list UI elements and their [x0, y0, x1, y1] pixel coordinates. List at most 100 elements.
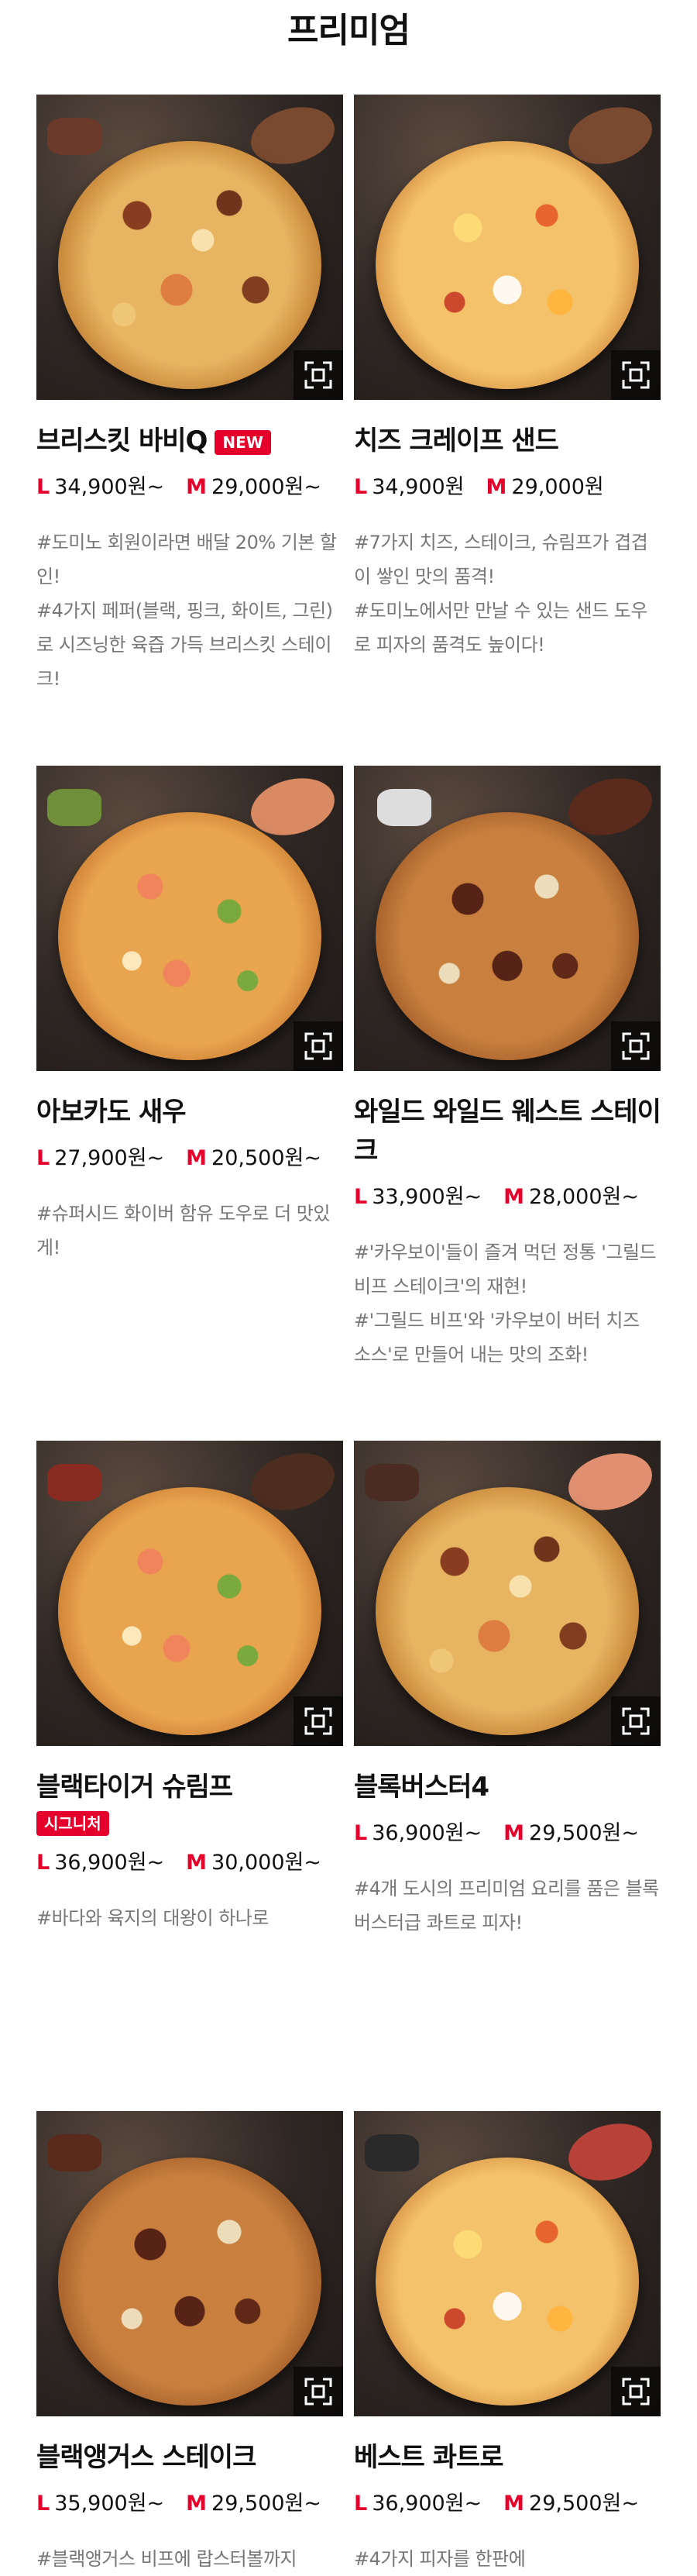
price-medium: 29,500원~	[529, 2492, 639, 2516]
product-name-text[interactable]: 블랙앵거스 스테이크	[36, 2442, 256, 2473]
price-large: 36,900원~	[372, 2492, 482, 2516]
product-card[interactable]: 아보카도 새우 L 27,900원~ M 20,500원~ #슈퍼시드 화이버 함유 …	[36, 766, 343, 1265]
pizza-image	[376, 141, 639, 389]
price-large: 33,900원~	[372, 1185, 482, 1209]
product-name[interactable]: 브리스킷 바비Q NEW	[36, 422, 343, 460]
product-card[interactable]: 블록버스터4 L 36,900원~ M 29,500원~ #4개 도시의 프리미엄 요…	[354, 1441, 661, 1940]
price-medium: 29,500원~	[211, 2492, 321, 2516]
price-medium: 29,000원	[511, 475, 604, 499]
zoom-expand-icon	[304, 361, 332, 389]
product-card[interactable]: 베스트 콰트로 L 36,900원~ M 29,500원~ #4가지 피자를 한판에	[354, 2111, 661, 2576]
size-m-label: M	[186, 1146, 208, 1170]
zoom-expand-icon	[304, 1032, 332, 1060]
product-image[interactable]	[354, 95, 661, 400]
pizza-image	[58, 2158, 321, 2406]
pizza-image	[376, 812, 639, 1060]
size-m-label: M	[486, 475, 507, 499]
product-card[interactable]: 와일드 와일드 웨스트 스테이크 L 33,900원~ M 28,000원~ #'카우…	[354, 766, 661, 1372]
new-badge: NEW	[215, 429, 271, 455]
description-line: #4가지 페퍼(블랙, 핑크, 화이트, 그린)로 시즈닝한 육즙 가득 브리스…	[36, 600, 333, 690]
side-dish-image	[377, 789, 431, 826]
zoom-button[interactable]	[294, 2367, 343, 2416]
zoom-expand-icon	[622, 2378, 650, 2406]
description-line: #7가지 치즈, 스테이크, 슈림프가 겹겹이 쌓인 맛의 품격!	[354, 532, 648, 587]
description-line: #도미노에서만 만날 수 있는 샌드 도우로 피자의 품격도 높이다!	[354, 600, 647, 656]
size-l-label: L	[354, 475, 368, 499]
product-name-text[interactable]: 치즈 크레이프 샌드	[354, 425, 559, 456]
product-image[interactable]	[36, 95, 343, 400]
size-m-label: M	[186, 2492, 208, 2516]
product-name[interactable]: 와일드 와일드 웨스트 스테이크	[354, 1093, 661, 1170]
product-name[interactable]: 블록버스터4	[354, 1768, 661, 1806]
product-prices: L 36,900원~ M 29,500원~	[354, 2489, 661, 2519]
product-name[interactable]: 블랙앵거스 스테이크	[36, 2438, 343, 2477]
size-l-label: L	[36, 475, 50, 499]
product-name-text[interactable]: 블랙타이거 슈림프	[36, 1772, 233, 1803]
size-l-label: L	[36, 2492, 50, 2516]
product-image[interactable]	[354, 766, 661, 1071]
price-medium: 20,500원~	[211, 1146, 321, 1170]
product-card[interactable]: 블랙타이거 슈림프 시그니처 L 36,900원~ M 30,000원~ #바다와 육…	[36, 1441, 343, 1935]
zoom-expand-icon	[304, 1707, 332, 1735]
zoom-button[interactable]	[611, 1696, 661, 1746]
price-medium: 30,000원~	[211, 1851, 321, 1875]
product-card[interactable]: 브리스킷 바비Q NEW L 34,900원~ M 29,000원~ #도미노 회원이라…	[36, 95, 343, 696]
description-line: #4가지 피자를 한판에	[354, 2548, 526, 2570]
price-large: 35,900원~	[54, 2492, 165, 2516]
zoom-expand-icon	[304, 2378, 332, 2406]
size-m-label: M	[503, 2492, 525, 2516]
product-name-text[interactable]: 베스트 콰트로	[354, 2442, 504, 2473]
product-name[interactable]: 베스트 콰트로	[354, 2438, 661, 2477]
description-line: #'카우보이'들이 즐겨 먹던 정통 '그릴드 비프 스테이크'의 재현!	[354, 1242, 657, 1297]
zoom-button[interactable]	[294, 1696, 343, 1746]
zoom-expand-icon	[622, 1707, 650, 1735]
product-name[interactable]: 치즈 크레이프 샌드	[354, 422, 661, 460]
price-medium: 28,000원~	[529, 1185, 639, 1209]
product-prices: L 36,900원~ M 30,000원~	[36, 1848, 343, 1878]
product-image[interactable]	[36, 766, 343, 1071]
zoom-button[interactable]	[294, 1021, 343, 1071]
product-description: #'카우보이'들이 즐겨 먹던 정통 '그릴드 비프 스테이크'의 재현! #'…	[354, 1235, 661, 1372]
zoom-button[interactable]	[611, 1021, 661, 1071]
product-image[interactable]	[354, 1441, 661, 1746]
description-line: #4개 도시의 프리미엄 요리를 품은 블록버스터급 콰트로 피자!	[354, 1878, 659, 1934]
product-grid: 브리스킷 바비Q NEW L 34,900원~ M 29,000원~ #도미노 회원이라…	[0, 0, 697, 2570]
product-prices: L 34,900원~ M 29,000원~	[36, 473, 343, 502]
price-large: 36,900원~	[372, 1821, 482, 1845]
product-name-text[interactable]: 와일드 와일드 웨스트 스테이크	[354, 1097, 661, 1166]
product-card[interactable]: 블랙앵거스 스테이크 L 35,900원~ M 29,500원~ #블랙앵거스 비프에…	[36, 2111, 343, 2576]
signature-badge: 시그니처	[36, 1811, 109, 1836]
product-prices: L 33,900원~ M 28,000원~	[354, 1183, 661, 1212]
product-image[interactable]	[354, 2111, 661, 2416]
zoom-button[interactable]	[611, 350, 661, 400]
product-name-text[interactable]: 블록버스터4	[354, 1772, 489, 1803]
size-m-label: M	[186, 1851, 208, 1875]
product-image[interactable]	[36, 2111, 343, 2416]
description-line: #블랙앵거스 비프에 랍스터볼까지	[36, 2548, 297, 2570]
size-m-label: M	[503, 1185, 525, 1209]
product-description: #바다와 육지의 대왕이 하나로	[36, 1901, 343, 1935]
product-name[interactable]: 아보카도 새우	[36, 1093, 343, 1131]
size-m-label: M	[503, 1821, 525, 1845]
product-name-text[interactable]: 브리스킷 바비Q	[36, 425, 208, 456]
side-dish-image	[47, 1464, 101, 1501]
product-card[interactable]: 치즈 크레이프 샌드 L 34,900원 M 29,000원 #7가지 치즈, 스테이…	[354, 95, 661, 662]
pizza-image	[58, 1487, 321, 1735]
product-name-text[interactable]: 아보카도 새우	[36, 1097, 187, 1128]
description-line: #'그릴드 비프'와 '카우보이 버터 치즈 소스'로 만들어 내는 맛의 조화…	[354, 1310, 640, 1365]
pizza-image	[58, 812, 321, 1060]
product-image[interactable]	[36, 1441, 343, 1746]
product-description: #슈퍼시드 화이버 함유 도우로 더 맛있게!	[36, 1197, 343, 1265]
product-prices: L 27,900원~ M 20,500원~	[36, 1144, 343, 1173]
size-l-label: L	[36, 1146, 50, 1170]
price-large: 34,900원~	[54, 475, 165, 499]
zoom-button[interactable]	[294, 350, 343, 400]
price-large: 34,900원	[372, 475, 465, 499]
product-description: #도미노 회원이라면 배달 20% 기본 할인! #4가지 페퍼(블랙, 핑크,…	[36, 525, 343, 696]
zoom-button[interactable]	[611, 2367, 661, 2416]
zoom-expand-icon	[622, 361, 650, 389]
side-dish-image	[365, 2134, 419, 2171]
zoom-expand-icon	[622, 1032, 650, 1060]
product-name[interactable]: 블랙타이거 슈림프 시그니처	[36, 1768, 343, 1836]
side-dish-image	[47, 789, 101, 826]
